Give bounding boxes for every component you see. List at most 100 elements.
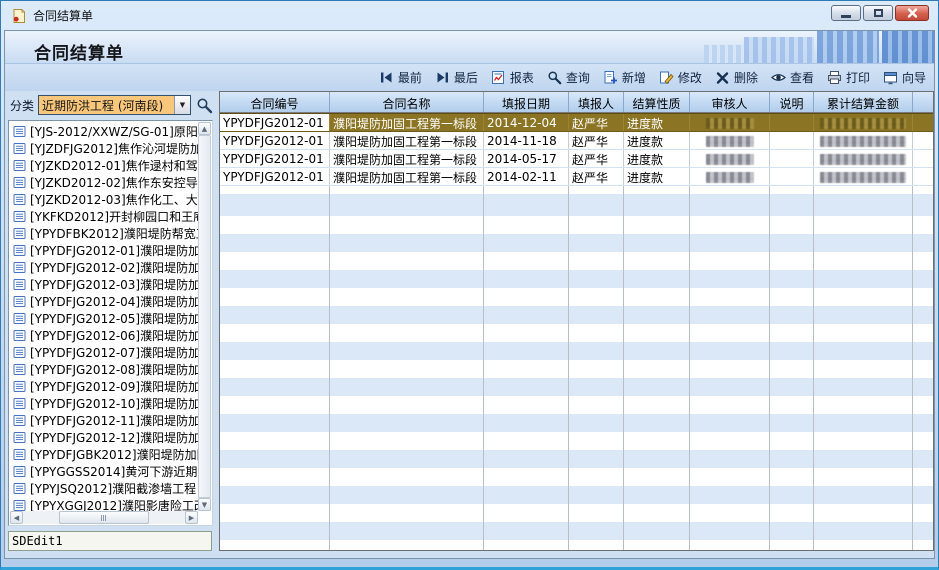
- toolbar-button-edit[interactable]: 修改: [659, 69, 702, 86]
- table-cell[interactable]: 2014-05-17: [484, 150, 569, 167]
- table-cell[interactable]: [814, 132, 913, 149]
- table-row[interactable]: YPYDFJG2012-01濮阳堤防加固工程第一标段2014-05-17赵严华进…: [220, 150, 933, 168]
- list-item[interactable]: [YPYDFJG2012-06]濮阳堤防加..: [10, 327, 198, 344]
- table-cell[interactable]: 赵严华: [569, 114, 624, 131]
- toolbar-button-query[interactable]: 查询: [547, 69, 590, 86]
- table-cell[interactable]: [690, 168, 770, 185]
- list-item[interactable]: [YPYDFJG2012-08]濮阳堤防加..: [10, 361, 198, 378]
- list-item[interactable]: [YKFKD2012]开封柳园口和王庵.: [10, 208, 198, 225]
- column-header[interactable]: 说明: [770, 92, 814, 112]
- scroll-right-icon[interactable]: ▶: [185, 511, 198, 524]
- table-cell[interactable]: 赵严华: [569, 132, 624, 149]
- list-item[interactable]: [YPYDFBK2012]濮阳堤防帮宽工程: [10, 225, 198, 242]
- table-cell[interactable]: 赵严华: [569, 150, 624, 167]
- table-cell[interactable]: 进度款: [624, 150, 690, 167]
- toolbar-button-report[interactable]: 报表: [491, 69, 534, 86]
- toolbar-button-delete[interactable]: 删除: [715, 69, 758, 86]
- close-button[interactable]: [895, 5, 929, 21]
- column-header[interactable]: 合同名称: [330, 92, 484, 112]
- list-item[interactable]: [YPYDFJG2012-11]濮阳堤防加..: [10, 412, 198, 429]
- table-cell[interactable]: 濮阳堤防加固工程第一标段: [330, 150, 484, 167]
- empty-column: [690, 186, 770, 550]
- maximize-button[interactable]: [863, 5, 893, 21]
- table-cell[interactable]: YPYDFJG2012-01: [220, 150, 330, 167]
- column-header[interactable]: 合同编号: [220, 92, 330, 112]
- titlebar[interactable]: 合同结算单: [4, 1, 935, 30]
- toolbar-button-first[interactable]: 最前: [379, 69, 422, 86]
- vertical-scrollbar[interactable]: ▲ ▼: [198, 122, 211, 511]
- empty-column: [624, 186, 690, 550]
- toolbar-button-last[interactable]: 最后: [435, 69, 478, 86]
- table-cell[interactable]: [690, 132, 770, 149]
- table-cell-extra: [913, 132, 933, 149]
- column-header[interactable]: 结算性质: [624, 92, 690, 112]
- list-item[interactable]: [YPYDFJGBK2012]濮阳堤防加固.: [10, 446, 198, 463]
- table-cell[interactable]: 2014-02-11: [484, 168, 569, 185]
- list-item[interactable]: [YPYDFJG2012-03]濮阳堤防加..: [10, 276, 198, 293]
- table-row[interactable]: YPYDFJG2012-01濮阳堤防加固工程第一标段2014-02-11赵严华进…: [220, 168, 933, 186]
- list-item[interactable]: [YPYGGSS2014]黄河下游近期防.: [10, 463, 198, 480]
- list-item[interactable]: [YPYXGGJ2012]濮阳影唐险工改.: [10, 497, 198, 511]
- table-cell[interactable]: [770, 168, 814, 185]
- vertical-scroll-thumb[interactable]: [198, 135, 211, 498]
- table-row[interactable]: YPYDFJG2012-01濮阳堤防加固工程第一标段2014-11-18赵严华进…: [220, 132, 933, 150]
- scroll-down-icon[interactable]: ▼: [198, 498, 211, 511]
- table-cell[interactable]: 濮阳堤防加固工程第一标段: [330, 132, 484, 149]
- list-item[interactable]: [YJZKD2012-03]焦作化工、大..: [10, 191, 198, 208]
- list-item[interactable]: [YPYDFJG2012-05]濮阳堤防加..: [10, 310, 198, 327]
- scroll-up-icon[interactable]: ▲: [198, 122, 211, 135]
- toolbar-button-view[interactable]: 查看: [771, 69, 814, 86]
- category-combobox[interactable]: 近期防洪工程 (河南段) ▼: [38, 95, 191, 115]
- table-cell[interactable]: 赵严华: [569, 168, 624, 185]
- table-cell[interactable]: [690, 114, 770, 131]
- list-item[interactable]: [YJZKD2012-02]焦作东安控导工: [10, 174, 198, 191]
- list-item[interactable]: [YPYJSQ2012]濮阳截渗墙工程: [10, 480, 198, 497]
- sdedit-field[interactable]: SDEdit1: [8, 531, 212, 551]
- horizontal-scrollbar[interactable]: ◀ ▶: [10, 511, 198, 524]
- empty-column: [569, 186, 624, 550]
- table-cell[interactable]: 进度款: [624, 114, 690, 131]
- sidebar: 分类 近期防洪工程 (河南段) ▼ [YJS-2012/XXWZ/SG-01]原…: [5, 91, 213, 551]
- list-item[interactable]: [YPYDFJG2012-01]濮阳堤防加..: [10, 242, 198, 259]
- list-item[interactable]: [YPYDFJG2012-04]濮阳堤防加..: [10, 293, 198, 310]
- table-cell[interactable]: [690, 150, 770, 167]
- table-cell[interactable]: 濮阳堤防加固工程第一标段: [330, 168, 484, 185]
- table-cell[interactable]: [814, 150, 913, 167]
- list-item[interactable]: [YPYDFJG2012-12]濮阳堤防加..: [10, 429, 198, 446]
- column-header[interactable]: 累计结算金额: [814, 92, 913, 112]
- toolbar-button-print[interactable]: 打印: [827, 69, 870, 86]
- list-item[interactable]: [YJZDFJG2012]焦作沁河堤防加.: [10, 140, 198, 157]
- chevron-down-icon[interactable]: ▼: [174, 96, 190, 114]
- column-header[interactable]: 审核人: [690, 92, 770, 112]
- horizontal-scroll-track[interactable]: [23, 511, 185, 524]
- scroll-left-icon[interactable]: ◀: [10, 511, 23, 524]
- table-cell[interactable]: [814, 168, 913, 185]
- horizontal-scroll-thumb[interactable]: [59, 511, 150, 524]
- list-item[interactable]: [YPYDFJG2012-09]濮阳堤防加..: [10, 378, 198, 395]
- table-cell[interactable]: 进度款: [624, 168, 690, 185]
- list-item[interactable]: [YJS-2012/XXWZ/SG-01]原阳武.: [10, 123, 198, 140]
- list-item[interactable]: [YPYDFJG2012-02]濮阳堤防加..: [10, 259, 198, 276]
- scroll-document-icon: [13, 159, 26, 172]
- table-cell[interactable]: YPYDFJG2012-01: [220, 132, 330, 149]
- list-item[interactable]: [YJZKD2012-01]焦作逯村和驾..: [10, 157, 198, 174]
- toolbar-button-add[interactable]: 新增: [603, 69, 646, 86]
- table-cell[interactable]: 2014-12-04: [484, 114, 569, 131]
- table-cell[interactable]: [770, 114, 814, 131]
- toolbar-button-wizard[interactable]: 向导: [883, 69, 926, 86]
- table-cell[interactable]: YPYDFJG2012-01: [220, 168, 330, 185]
- minimize-button[interactable]: [831, 5, 861, 21]
- table-cell[interactable]: 濮阳堤防加固工程第一标段: [330, 114, 484, 131]
- table-row-selected[interactable]: YPYDFJG2012-01濮阳堤防加固工程第一标段2014-12-04赵严华进…: [220, 113, 933, 132]
- table-cell[interactable]: [770, 150, 814, 167]
- sidebar-search-button[interactable]: [195, 96, 213, 114]
- table-cell[interactable]: 2014-11-18: [484, 132, 569, 149]
- column-header[interactable]: 填报日期: [484, 92, 569, 112]
- table-cell[interactable]: [770, 132, 814, 149]
- list-item[interactable]: [YPYDFJG2012-10]濮阳堤防加..: [10, 395, 198, 412]
- list-item[interactable]: [YPYDFJG2012-07]濮阳堤防加..: [10, 344, 198, 361]
- column-header[interactable]: 填报人: [569, 92, 624, 112]
- table-cell[interactable]: YPYDFJG2012-01: [220, 114, 330, 131]
- table-cell[interactable]: 进度款: [624, 132, 690, 149]
- table-cell[interactable]: [814, 114, 913, 131]
